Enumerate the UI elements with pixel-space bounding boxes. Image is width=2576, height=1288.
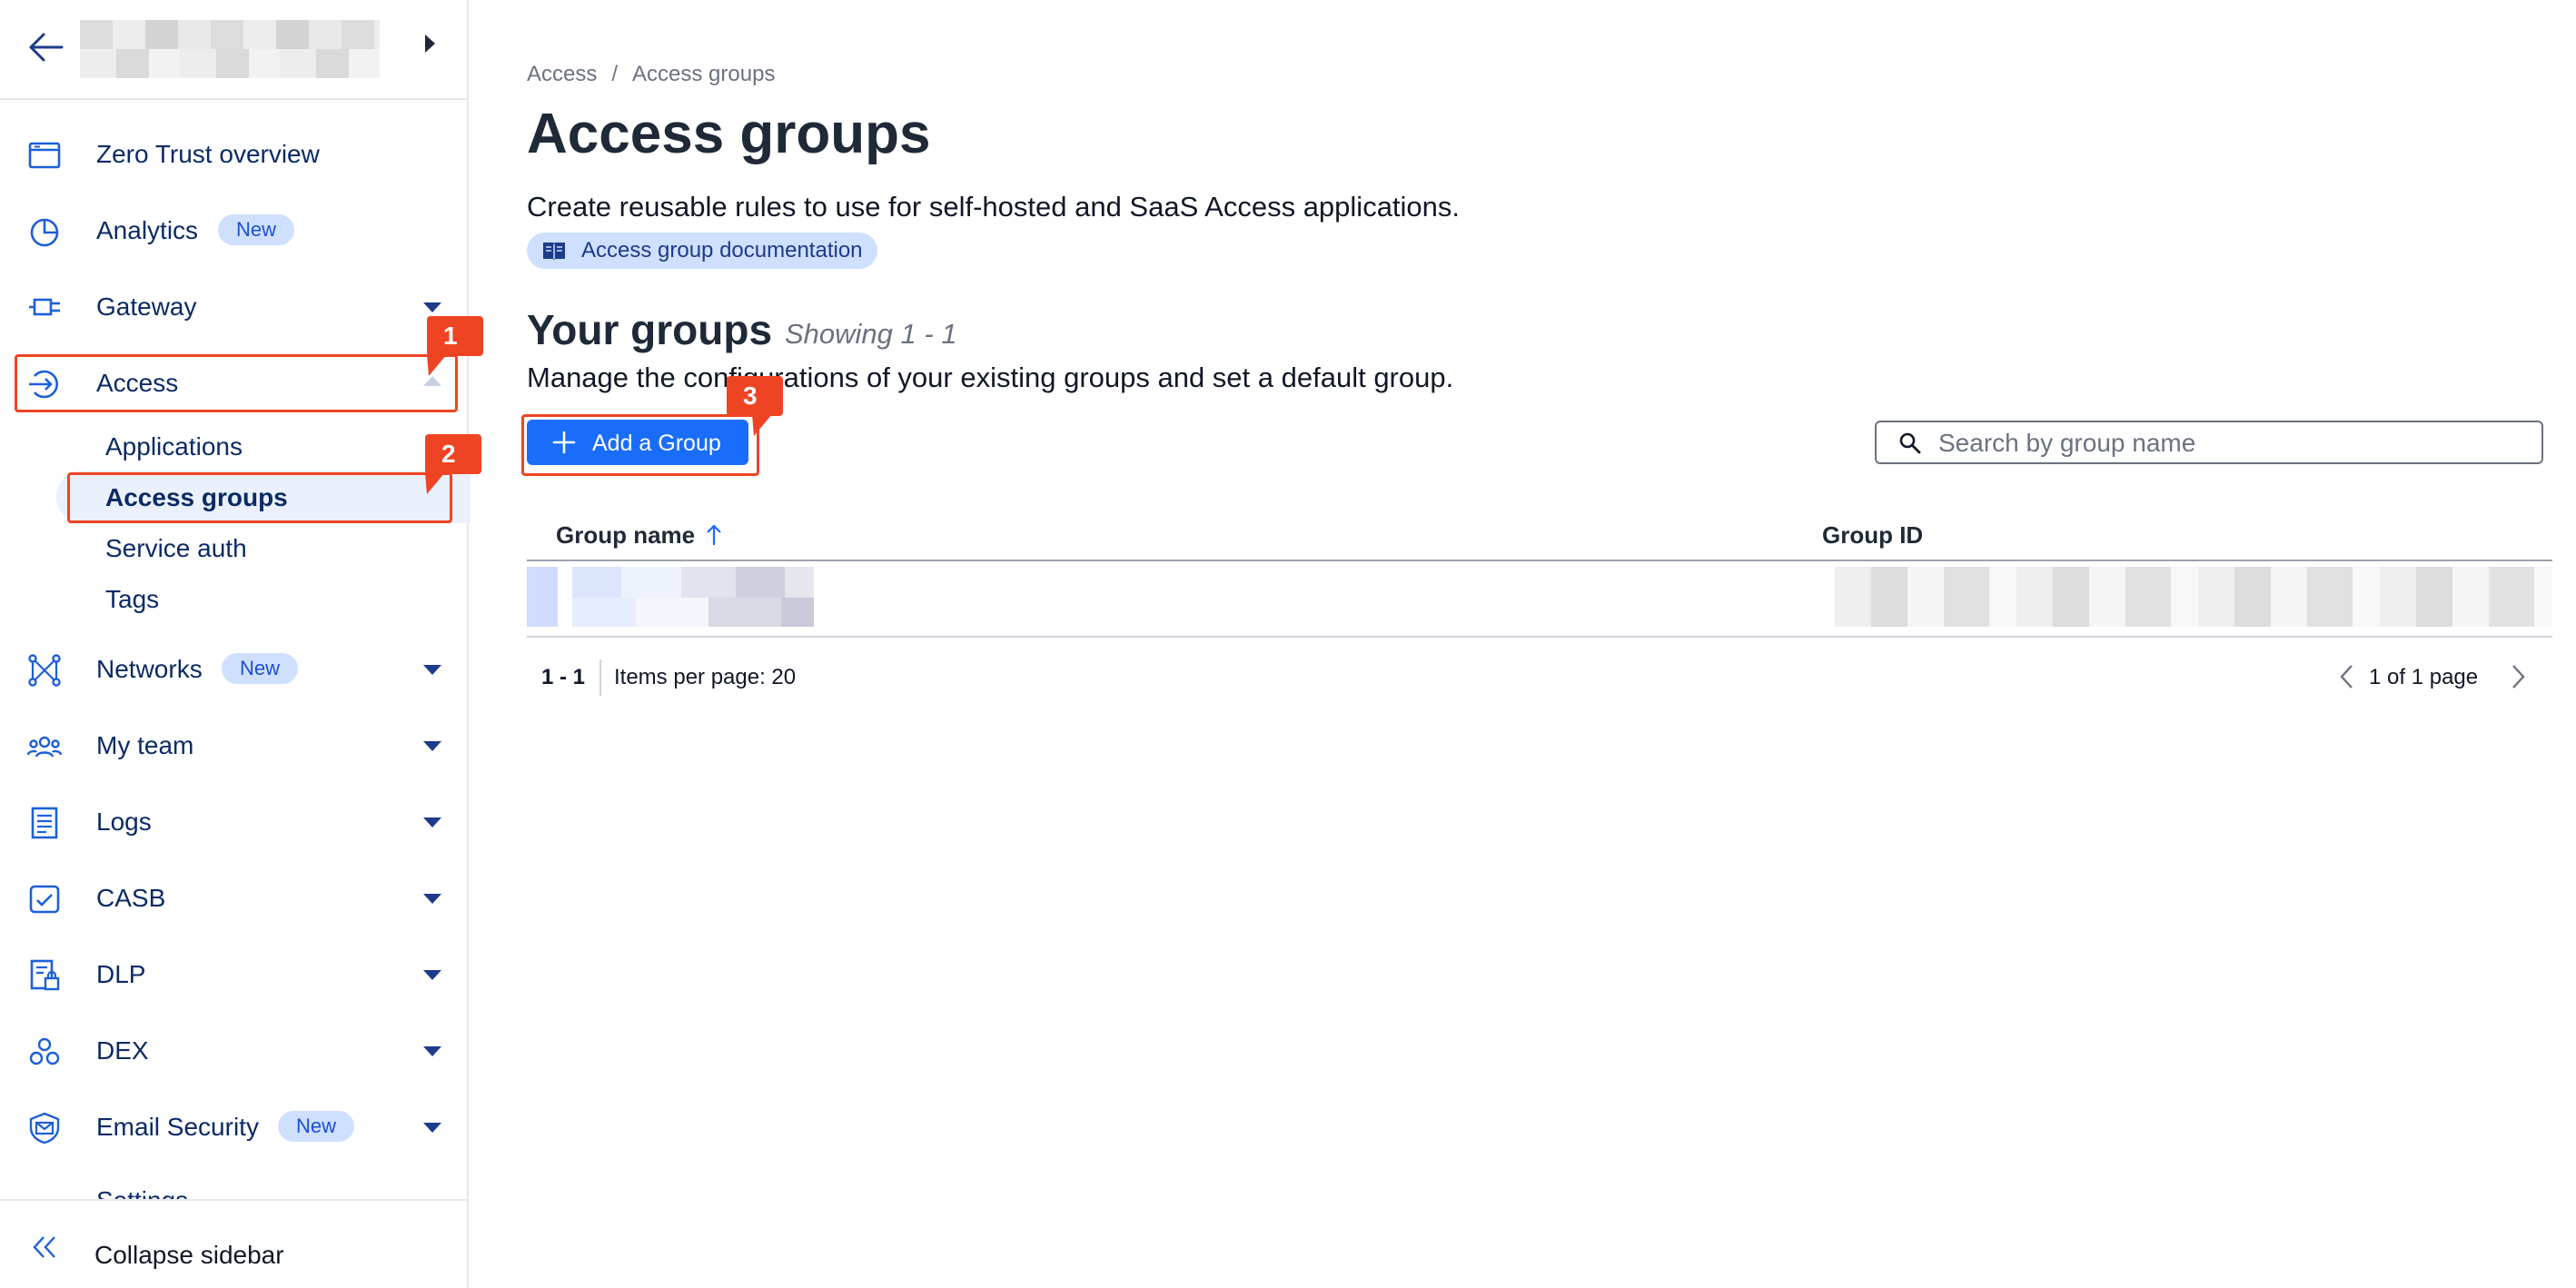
sidebar-subitem-tags[interactable]: Tags bbox=[105, 585, 159, 614]
gateway-icon bbox=[29, 298, 60, 316]
sidebar-item-networks[interactable]: Networks New bbox=[0, 642, 467, 697]
dex-icon bbox=[29, 1037, 60, 1065]
sidebar-item-casb[interactable]: CASB bbox=[0, 871, 467, 926]
sidebar: Zero Trust overview Analytics New Gatewa… bbox=[0, 0, 471, 1288]
sidebar-item-my-team[interactable]: My team bbox=[0, 718, 467, 773]
sidebar-item-label: Zero Trust overview bbox=[96, 140, 320, 168]
chevron-down-icon bbox=[423, 970, 441, 980]
section-count: Showing 1 - 1 bbox=[785, 318, 957, 350]
browser-window-icon bbox=[28, 142, 61, 169]
main-content: Access / Access groups Access groups Creat… bbox=[527, 0, 2561, 1288]
annotation-highlight-access bbox=[15, 354, 458, 412]
new-badge: New bbox=[218, 214, 295, 245]
sidebar-item-dex[interactable]: DEX bbox=[0, 1024, 467, 1078]
sidebar-item-label: Analytics bbox=[96, 216, 199, 244]
sidebar-item-analytics[interactable]: Analytics New bbox=[0, 203, 467, 258]
chevron-down-icon bbox=[423, 894, 441, 904]
section-description: Manage the configurations of your existi… bbox=[527, 362, 1454, 393]
column-header-group-name[interactable]: Group name bbox=[556, 521, 695, 550]
arrow-left-icon[interactable] bbox=[25, 27, 65, 67]
new-badge: New bbox=[278, 1111, 355, 1142]
breadcrumb: Access / Access groups bbox=[527, 62, 775, 87]
breadcrumb-separator: / bbox=[611, 62, 619, 86]
sidebar-subitem-service-auth[interactable]: Service auth bbox=[105, 534, 247, 563]
pagination-divider bbox=[599, 659, 601, 696]
breadcrumb-access[interactable]: Access bbox=[527, 62, 597, 86]
chevron-down-icon bbox=[423, 665, 441, 675]
sidebar-item-label: CASB bbox=[96, 884, 166, 912]
group-id-redacted bbox=[1835, 567, 2552, 627]
sidebar-item-label: DEX bbox=[96, 1036, 149, 1065]
annotation-marker-2: 2 bbox=[425, 434, 481, 474]
sidebar-header bbox=[0, 0, 467, 100]
account-name-redacted[interactable] bbox=[80, 20, 380, 78]
breadcrumb-access-groups: Access groups bbox=[632, 62, 776, 86]
chevron-down-icon bbox=[423, 1123, 441, 1133]
chevron-down-icon bbox=[423, 1046, 441, 1056]
chevron-left-icon[interactable] bbox=[2336, 663, 2358, 690]
chevron-down-icon bbox=[423, 741, 441, 751]
document-lock-icon bbox=[30, 959, 60, 991]
network-icon bbox=[28, 654, 61, 687]
chevron-down-icon bbox=[423, 817, 441, 827]
annotation-marker-1: 1 bbox=[427, 316, 483, 356]
pagination-range: 1 - 1 bbox=[541, 665, 586, 689]
chevron-right-icon[interactable] bbox=[2507, 663, 2529, 690]
search-box[interactable] bbox=[1875, 421, 2543, 464]
sidebar-item-email-security[interactable]: Email Security New bbox=[0, 1100, 467, 1154]
page-info: 1 of 1 page bbox=[2369, 665, 2479, 689]
search-icon bbox=[1899, 432, 1921, 454]
sidebar-item-label: Logs bbox=[96, 807, 152, 836]
sidebar-item-label: DLP bbox=[96, 960, 146, 988]
annotation-pointer bbox=[425, 472, 445, 494]
documentation-link[interactable]: Access group documentation bbox=[527, 233, 877, 269]
sidebar-item-dlp[interactable]: DLP bbox=[0, 947, 467, 1002]
sidebar-item-label: Gateway bbox=[96, 292, 197, 321]
book-icon bbox=[543, 243, 565, 260]
pie-chart-icon bbox=[30, 218, 59, 247]
annotation-highlight-access-groups bbox=[67, 472, 452, 523]
double-chevron-left-icon bbox=[33, 1236, 55, 1258]
collapse-sidebar-button[interactable]: Collapse sidebar bbox=[0, 1199, 467, 1288]
annotation-marker-3: 3 bbox=[727, 376, 783, 416]
new-badge: New bbox=[222, 653, 299, 684]
sidebar-item-label: Networks bbox=[96, 655, 203, 683]
logs-icon bbox=[31, 807, 58, 839]
page-description: Create reusable rules to use for self-ho… bbox=[527, 191, 1461, 223]
sidebar-item-settings[interactable]: Settings bbox=[96, 1186, 188, 1199]
sidebar-item-logs[interactable]: Logs bbox=[0, 795, 467, 849]
annotation-highlight-add-group bbox=[521, 414, 759, 476]
page-title: Access groups bbox=[527, 103, 931, 165]
sidebar-item-zero-trust-overview[interactable]: Zero Trust overview bbox=[0, 127, 467, 182]
sidebar-subitem-applications[interactable]: Applications bbox=[105, 432, 243, 461]
annotation-pointer bbox=[427, 354, 447, 376]
documentation-link-label: Access group documentation bbox=[581, 238, 863, 263]
email-security-icon bbox=[29, 1112, 60, 1144]
sidebar-item-label: My team bbox=[96, 731, 194, 759]
casb-icon bbox=[29, 885, 60, 914]
collapse-sidebar-label: Collapse sidebar bbox=[94, 1241, 284, 1269]
search-input[interactable] bbox=[1937, 428, 2527, 459]
table-row-divider bbox=[527, 636, 2552, 638]
annotation-pointer bbox=[752, 414, 772, 436]
caret-right-icon[interactable] bbox=[425, 35, 435, 53]
team-icon bbox=[27, 736, 62, 758]
table-header-divider bbox=[527, 560, 2552, 561]
sidebar-item-gateway[interactable]: Gateway bbox=[0, 280, 467, 334]
items-per-page-select[interactable]: Items per page: 20 bbox=[614, 665, 796, 690]
group-name-redacted[interactable] bbox=[527, 567, 814, 627]
column-header-group-id[interactable]: Group ID bbox=[1822, 521, 1923, 550]
sidebar-item-label: Email Security bbox=[96, 1113, 259, 1141]
section-title: Your groups bbox=[527, 306, 773, 353]
chevron-down-icon bbox=[423, 302, 441, 312]
sort-ascending-icon[interactable] bbox=[705, 523, 723, 547]
